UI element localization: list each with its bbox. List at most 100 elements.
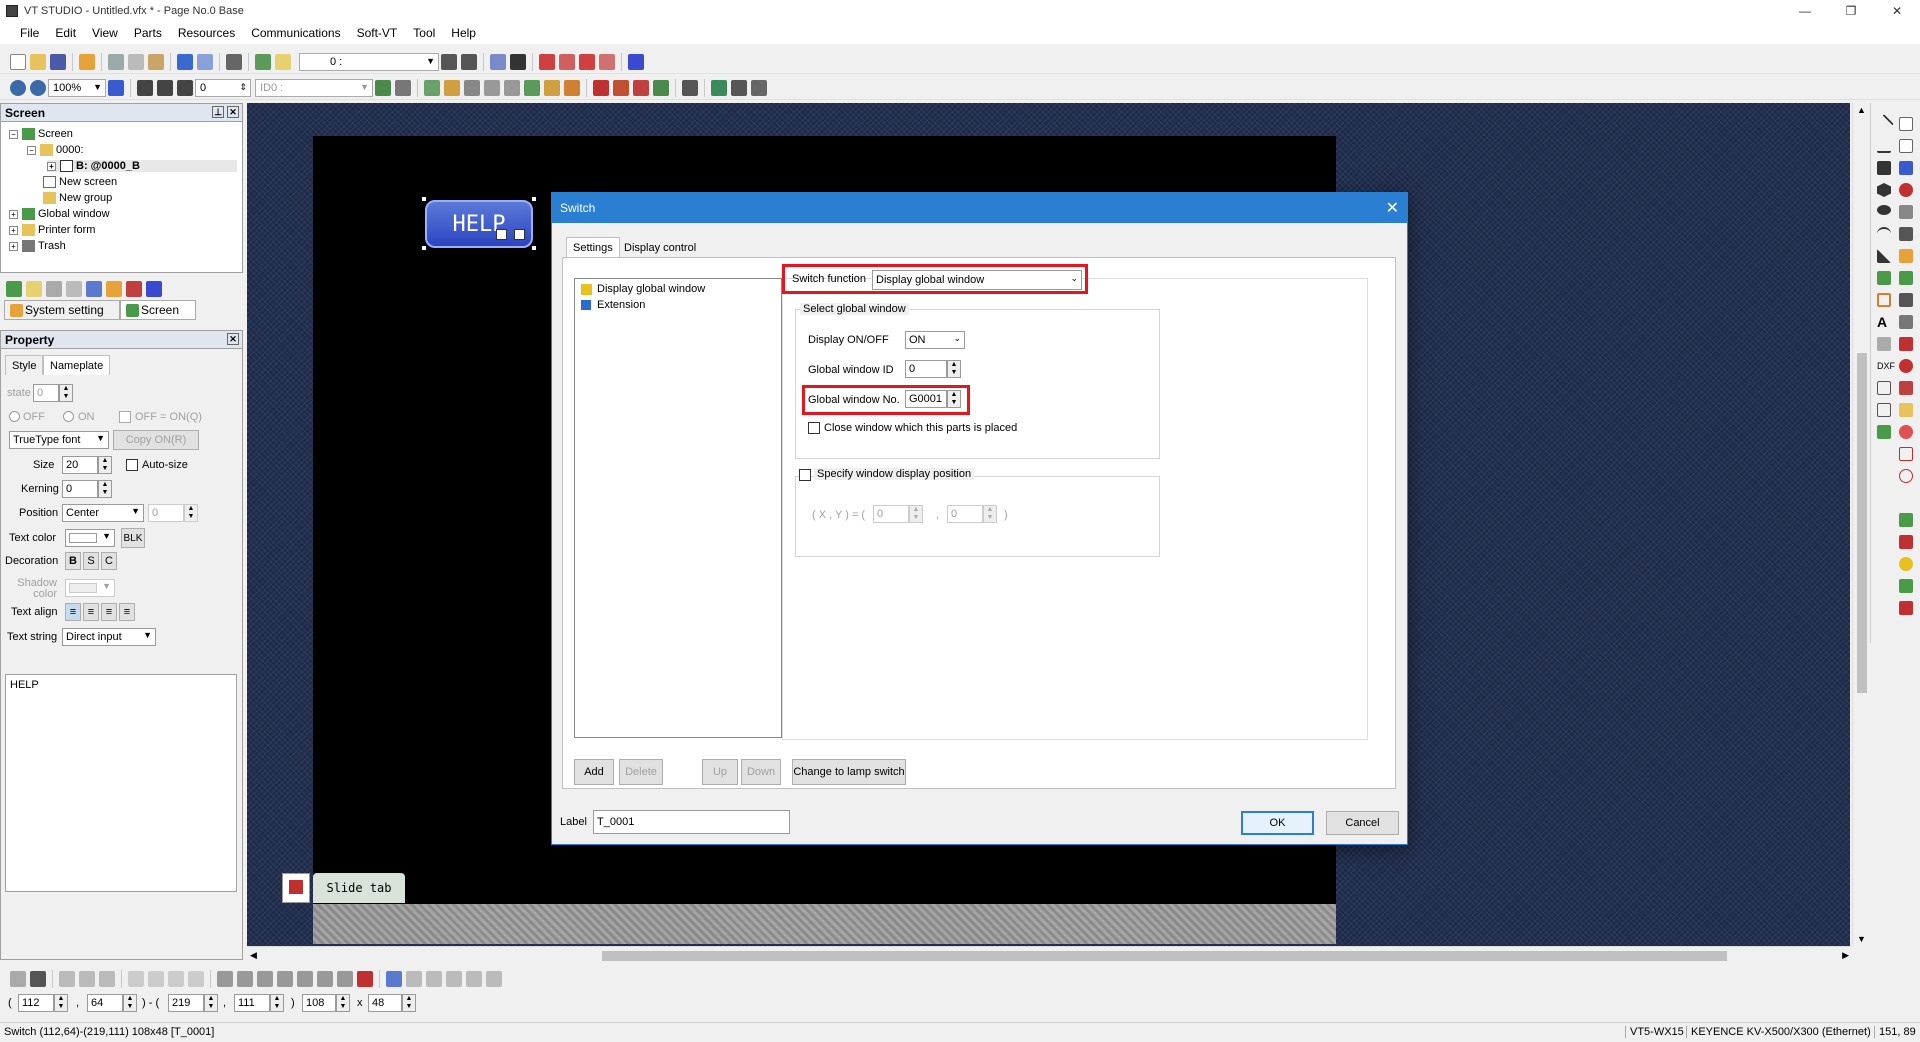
- outline-button[interactable]: C: [101, 552, 117, 570]
- selection-handle[interactable]: [421, 245, 427, 251]
- signal-tool-icon[interactable]: [1899, 183, 1913, 197]
- transfer2-icon[interactable]: [613, 79, 629, 96]
- up-button[interactable]: Up: [702, 759, 738, 785]
- horizontal-scrollbar[interactable]: ◀ ▶: [247, 946, 1852, 964]
- menu-help[interactable]: Help: [443, 26, 484, 40]
- height-spinner[interactable]: ▲ ▼: [402, 994, 416, 1012]
- tree-item-printer-form[interactable]: + Printer form: [9, 224, 95, 236]
- numeric-tool-icon[interactable]: [1899, 117, 1913, 131]
- align-left-button[interactable]: ≡: [65, 603, 81, 621]
- tab-display-control[interactable]: Display control: [618, 239, 702, 257]
- sheet-tool-icon[interactable]: [1877, 425, 1891, 439]
- copy-on-button[interactable]: Copy ON(R): [113, 430, 199, 450]
- view3-icon[interactable]: [464, 79, 480, 96]
- same-size-icon[interactable]: [297, 971, 313, 987]
- window4-icon[interactable]: [599, 53, 615, 70]
- color-tool-icon[interactable]: [357, 971, 373, 987]
- tree-item-new-screen[interactable]: New screen: [43, 176, 117, 188]
- bar-tool-icon[interactable]: [1899, 403, 1913, 417]
- width-spinner[interactable]: ▲ ▼: [336, 994, 350, 1012]
- kerning-field[interactable]: 0: [62, 480, 98, 498]
- maximize-button[interactable]: ❐: [1828, 0, 1874, 22]
- lamp-tool-icon[interactable]: [1899, 513, 1913, 527]
- minimize-button[interactable]: —: [1782, 0, 1828, 22]
- align-justify-button[interactable]: ≡: [119, 603, 135, 621]
- zoom-combo[interactable]: 100% ▼: [48, 78, 106, 97]
- meter-tool-icon[interactable]: [1899, 469, 1913, 483]
- dialog-close-icon[interactable]: ✕: [1386, 198, 1399, 218]
- view4-icon[interactable]: [484, 79, 500, 96]
- state-field[interactable]: 0: [33, 384, 59, 402]
- change-to-lamp-switch-button[interactable]: Change to lamp switch: [792, 759, 906, 785]
- link-part-icon[interactable]: [1899, 293, 1913, 307]
- simulate-icon[interactable]: [711, 79, 727, 96]
- tree-item-0000[interactable]: −0000:: [27, 144, 84, 156]
- menu-resources[interactable]: Resources: [170, 26, 243, 40]
- global-window-no-spinner[interactable]: ▲ ▼: [947, 390, 961, 408]
- pin-icon[interactable]: ⊥: [212, 106, 224, 118]
- order-up-icon[interactable]: [257, 971, 273, 987]
- global-window-id-field[interactable]: 0: [905, 360, 947, 378]
- screen-tool1-icon[interactable]: [6, 281, 22, 297]
- same-width-icon[interactable]: [317, 971, 333, 987]
- x-position-spinner[interactable]: ▲ ▼: [909, 505, 923, 523]
- tab-system-setting[interactable]: System setting: [4, 300, 120, 320]
- state-spinner[interactable]: ▲ ▼: [59, 384, 73, 402]
- expand-icon[interactable]: +: [9, 209, 18, 219]
- zoom-in-icon[interactable]: [10, 79, 26, 96]
- undo-icon[interactable]: [177, 53, 193, 70]
- id-combo[interactable]: ID0 : ▼: [255, 78, 373, 97]
- position-combo[interactable]: Center ▼: [62, 504, 144, 522]
- clock-tool-icon[interactable]: [1899, 359, 1913, 373]
- x2-spinner[interactable]: ▲ ▼: [204, 994, 218, 1012]
- image-part-icon[interactable]: [1877, 337, 1891, 351]
- paste-icon[interactable]: [148, 53, 164, 70]
- screen-tool5-icon[interactable]: [86, 281, 102, 297]
- down-button[interactable]: Down: [741, 759, 781, 785]
- switch-tool-icon[interactable]: [1899, 535, 1913, 549]
- font-combo[interactable]: TrueType font ▼: [9, 431, 109, 449]
- open-folder-icon[interactable]: [30, 53, 46, 70]
- align-icon[interactable]: [137, 79, 153, 96]
- screen-tool3-icon[interactable]: [46, 281, 62, 297]
- shadow-button[interactable]: S: [83, 552, 99, 570]
- edit-part-icon[interactable]: [1899, 249, 1913, 263]
- film-tool-icon[interactable]: [1899, 205, 1913, 219]
- table-icon[interactable]: [275, 53, 291, 70]
- y2-spinner[interactable]: ▲ ▼: [270, 994, 284, 1012]
- save-part-icon[interactable]: [1899, 227, 1913, 241]
- close-icon[interactable]: ✕: [227, 106, 239, 118]
- rectangle-tool-icon[interactable]: [1877, 161, 1891, 175]
- selection-handle[interactable]: [421, 196, 427, 202]
- display-onoff-combo[interactable]: ON ⌄: [905, 331, 965, 349]
- slide-tab-icon[interactable]: [282, 873, 310, 903]
- pie-chart-tool-icon[interactable]: [1899, 425, 1913, 439]
- text-color-combo[interactable]: ▼: [65, 529, 115, 547]
- align-parts4-icon[interactable]: [466, 971, 482, 987]
- y1-spinner[interactable]: ▲ ▼: [123, 994, 137, 1012]
- vertical-scrollbar[interactable]: ▲ ▼: [1852, 103, 1870, 946]
- dxf-tool-icon[interactable]: DXF: [1877, 359, 1895, 373]
- grid-icon[interactable]: [108, 79, 124, 96]
- align-all-icon[interactable]: [157, 79, 173, 96]
- key-tool-icon[interactable]: [1899, 579, 1913, 593]
- menu-view[interactable]: View: [84, 26, 126, 40]
- find-icon[interactable]: [395, 79, 411, 96]
- ungroup-icon[interactable]: [79, 971, 95, 987]
- position-offset-spinner[interactable]: ▲ ▼: [184, 504, 198, 522]
- text-content-area[interactable]: HELP: [5, 674, 237, 892]
- view6-icon[interactable]: [524, 79, 540, 96]
- vertical-scroll-thumb[interactable]: [1857, 353, 1867, 693]
- print-icon[interactable]: [226, 53, 242, 70]
- screen-tool6-icon[interactable]: [106, 281, 122, 297]
- view8-icon[interactable]: [564, 79, 580, 96]
- frame-tool-icon[interactable]: [1877, 293, 1891, 307]
- size-spinner[interactable]: ▲ ▼: [98, 456, 112, 474]
- table-tool-icon[interactable]: [1877, 381, 1891, 395]
- copy-part-icon[interactable]: [1899, 271, 1913, 285]
- flip-h-icon[interactable]: [148, 971, 164, 987]
- window-icon[interactable]: [539, 53, 555, 70]
- grid-tool-icon[interactable]: [1877, 403, 1891, 417]
- x2-field[interactable]: 219: [168, 994, 204, 1012]
- cancel-button[interactable]: Cancel: [1326, 811, 1399, 835]
